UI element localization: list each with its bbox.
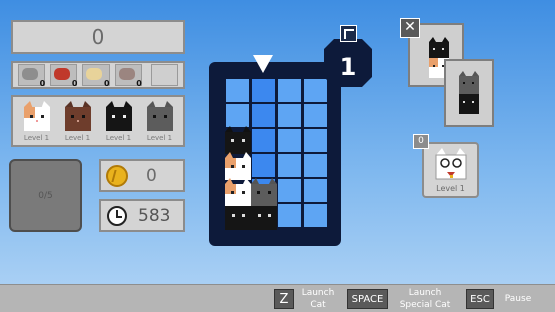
cat-level-label: Level 1 (105, 133, 132, 142)
board-cell (278, 179, 301, 202)
fish-item: 0 (50, 64, 78, 88)
special-cat-count-badge: 0 (413, 134, 429, 149)
game-board[interactable] (209, 62, 341, 246)
close-button[interactable]: ✕ (400, 18, 420, 38)
launch-special-cat-hint: Launch Special Cat (399, 288, 451, 310)
next-piece-box (444, 59, 494, 127)
pause-hint: Pause (504, 294, 532, 304)
item-count: 0 (39, 79, 46, 88)
fish-icon (54, 68, 71, 80)
coins-value: 0 (146, 165, 157, 186)
esc-key-button[interactable]: ESC (466, 289, 494, 309)
board-cell (252, 104, 275, 127)
score-value: 0 (91, 25, 105, 49)
board-cell (278, 204, 301, 227)
timer-panel: 583 (99, 199, 185, 232)
board-cell (278, 104, 301, 127)
drop-pointer-icon (253, 55, 273, 73)
professor-cat-icon (435, 148, 467, 180)
cat-level-label: Level 1 (64, 133, 91, 142)
gray-cat-item: 0 (18, 64, 46, 88)
space-key-button[interactable]: SPACE (347, 289, 388, 309)
calico-cat-piece (225, 152, 251, 180)
special-cat-level: Level 1 (436, 184, 465, 193)
cat-level-label: Level 1 (146, 133, 173, 142)
z-key-button[interactable]: Z (274, 289, 294, 309)
board-cell (252, 79, 275, 102)
board-cell (304, 79, 327, 102)
empty-item-slot (150, 64, 179, 86)
board-cell (304, 104, 327, 127)
next-pieces-area (408, 23, 494, 127)
gray-cat-icon (22, 68, 38, 80)
cat-roster-panel: Level 1 Level 1 Level 1 Level 1 (11, 95, 185, 147)
board-cell (278, 129, 301, 152)
black-cat-icon (105, 100, 132, 131)
special-cat-panel: Level 1 (422, 142, 479, 198)
item-count: 0 (136, 79, 142, 88)
item-count: 0 (71, 79, 78, 88)
items-panel: 0 0 0 0 (11, 61, 185, 89)
board-cell (304, 129, 327, 152)
board-cell (304, 204, 327, 227)
drop-counter-value: 1 (339, 53, 357, 81)
cat-slot-brown: Level 1 (63, 100, 93, 142)
bone-icon (86, 68, 103, 80)
alarm-clock-icon (107, 205, 127, 226)
mouse-icon (118, 68, 135, 80)
coins-panel: 0 (99, 159, 185, 192)
next-cats-icon (459, 71, 479, 114)
calico-cat-icon (23, 100, 50, 131)
cat-level-label: Level 1 (23, 133, 50, 142)
board-cell (226, 104, 249, 127)
board-cell (278, 79, 301, 102)
gray-cat-icon (146, 100, 173, 131)
timer-value: 583 (138, 205, 171, 226)
board-cell (252, 154, 275, 177)
drop-counter: 1 (324, 39, 372, 87)
board-cell (304, 154, 327, 177)
corner-bracket-icon (340, 25, 357, 42)
controls-bar: Z Launch Cat SPACE Launch Special Cat ES… (0, 284, 555, 312)
black-cat-piece (225, 126, 251, 154)
mouse-item: 0 (114, 64, 142, 88)
black-cat-piece-wide (225, 206, 277, 230)
brown-cat-icon (64, 100, 91, 131)
cat-slot-calico: Level 1 (22, 100, 52, 142)
cat-slot-gray: Level 1 (145, 100, 175, 142)
launch-cat-hint: Launch Cat (301, 288, 335, 310)
gray-cat-piece (251, 178, 277, 206)
special-gauge-label: 0/5 (38, 190, 53, 201)
item-count: 0 (104, 79, 110, 88)
bone-item: 0 (82, 64, 110, 88)
special-gauge-box: 0/5 (9, 159, 82, 232)
board-cell (304, 179, 327, 202)
board-cell (278, 154, 301, 177)
coin-icon (106, 164, 128, 187)
score-panel: 0 (11, 20, 185, 54)
cat-slot-black: Level 1 (104, 100, 134, 142)
board-cell (252, 129, 275, 152)
board-cell (226, 79, 249, 102)
calico-cat-piece (225, 178, 251, 206)
